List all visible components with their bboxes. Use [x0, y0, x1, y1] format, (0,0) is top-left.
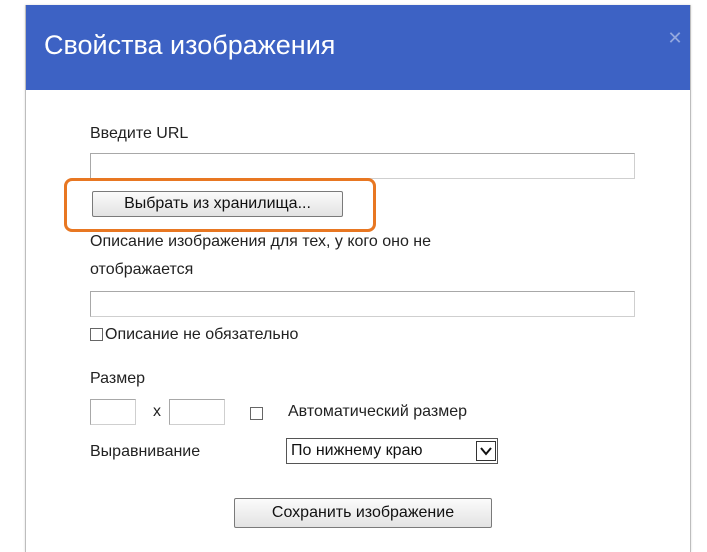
auto-size-label: Автоматический размер	[288, 403, 467, 420]
chevron-down-icon[interactable]	[476, 441, 496, 461]
alignment-label: Выравнивание	[90, 443, 201, 460]
size-separator: x	[153, 403, 161, 420]
width-input[interactable]	[90, 399, 136, 425]
save-image-button[interactable]: Сохранить изображение	[234, 498, 492, 528]
url-input[interactable]	[90, 153, 635, 179]
description-optional-checkbox[interactable]	[90, 328, 103, 341]
description-label-line-1: Описание изображения для тех, у кого оно…	[90, 233, 432, 250]
description-label-line-2: отображается	[90, 261, 194, 278]
description-optional-label: Описание не обязательно	[105, 326, 299, 343]
alignment-selected-value: По нижнему краю	[291, 442, 423, 459]
auto-size-checkbox[interactable]	[250, 407, 263, 420]
url-label: Введите URL	[90, 125, 189, 142]
height-input[interactable]	[169, 399, 225, 425]
size-label: Размер	[90, 370, 145, 387]
dialog-header: Свойства изображения ✕	[26, 5, 690, 90]
image-properties-dialog: Свойства изображения ✕ Введите URL Выбра…	[25, 5, 691, 552]
dialog-title: Свойства изображения	[44, 30, 336, 60]
description-input[interactable]	[90, 291, 635, 317]
alignment-select[interactable]: По нижнему краю	[286, 438, 498, 464]
choose-from-storage-button[interactable]: Выбрать из хранилища...	[92, 191, 343, 217]
close-icon[interactable]: ✕	[666, 29, 684, 49]
